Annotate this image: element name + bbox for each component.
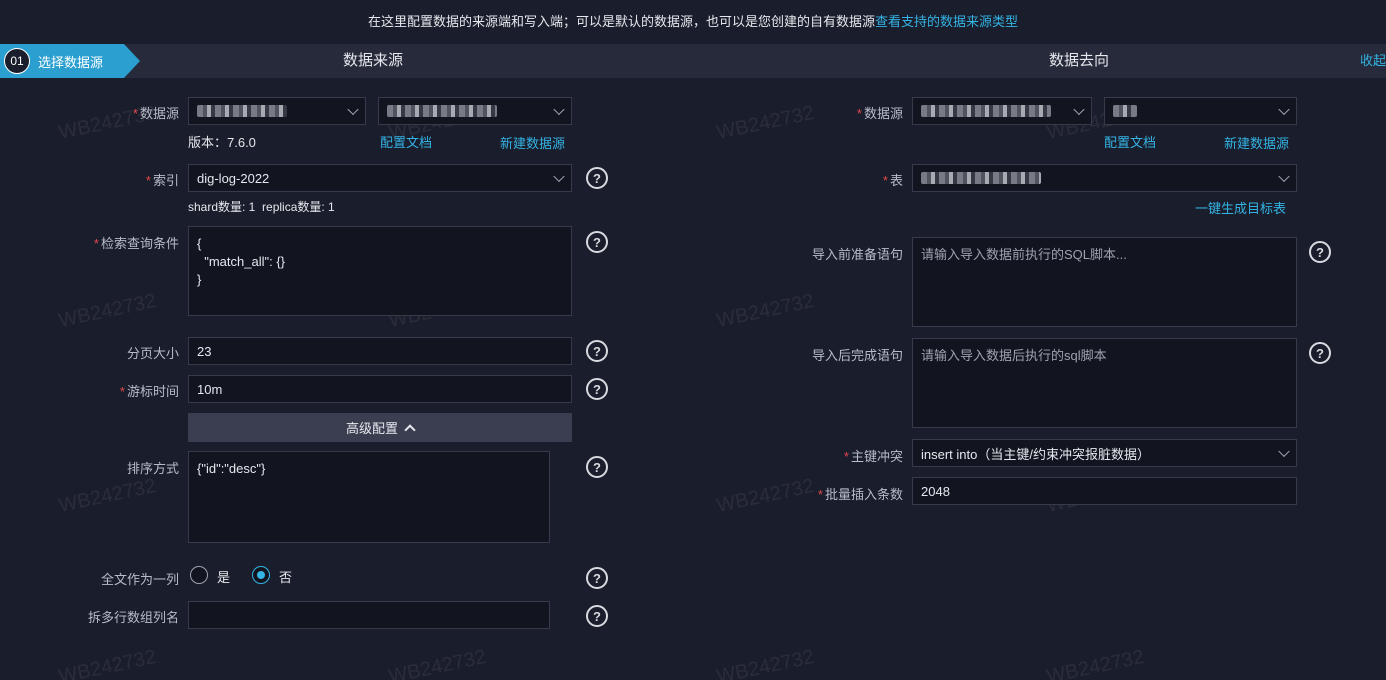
sort-textarea[interactable]: {"id":"desc"} — [188, 451, 550, 543]
generate-target-table-link[interactable]: 一键生成目标表 — [1195, 198, 1286, 217]
advanced-config-toggle[interactable]: 高级配置 — [188, 413, 572, 442]
watermark: WB242732 — [1044, 645, 1147, 680]
source-version: 版本：7.6.0 — [188, 135, 256, 150]
index-label: * 索引 — [145, 173, 179, 188]
fulltext-yes-label[interactable]: 是 — [217, 567, 230, 586]
page-size-input[interactable]: 23 — [188, 337, 572, 365]
pk-conflict-value: insert into（当主键/约束冲突报脏数据） — [921, 446, 1150, 462]
split-column-input[interactable] — [188, 601, 550, 629]
steps-bar: 01 选择数据源 数据来源 数据去向 收起 — [0, 44, 1386, 78]
help-icon[interactable]: ? — [1309, 342, 1331, 364]
help-icon[interactable]: ? — [586, 378, 608, 400]
cursor-time-input[interactable]: 10m — [188, 375, 572, 403]
chevron-down-icon — [1278, 445, 1290, 458]
watermark: WB242732 — [56, 645, 159, 680]
target-title: 数据去向 — [1049, 52, 1110, 69]
table-select[interactable] — [912, 164, 1297, 192]
target-config-doc-link[interactable]: 配置文档 — [1104, 132, 1156, 151]
redacted-value — [921, 105, 1051, 117]
index-value: dig-log-2022 — [197, 170, 270, 186]
chevron-down-icon — [553, 170, 565, 183]
notice-bar: 在这里配置数据的来源端和写入端；可以是默认的数据源，也可以是您创建的自有数据源 … — [0, 0, 1386, 40]
help-icon[interactable]: ? — [586, 167, 608, 189]
step-number: 01 — [4, 48, 30, 74]
chevron-up-icon — [404, 423, 416, 436]
watermark: WB242732 — [714, 645, 817, 680]
query-label: * 检索查询条件 — [93, 236, 179, 251]
notice-text: 在这里配置数据的来源端和写入端；可以是默认的数据源，也可以是您创建的自有数据源 — [367, 13, 875, 29]
pre-sql-placeholder: 请输入导入数据前执行的SQL脚本... — [921, 247, 1127, 262]
target-datasource-type-select[interactable] — [912, 97, 1092, 125]
table-label: * 表 — [882, 173, 903, 188]
target-datasource-label: * 数据源 — [856, 106, 903, 121]
watermark: WB242732 — [714, 101, 817, 145]
batch-size-value: 2048 — [921, 483, 950, 499]
chevron-down-icon — [1073, 103, 1085, 116]
help-icon[interactable]: ? — [586, 567, 608, 589]
advanced-config-label: 高级配置 — [345, 421, 398, 436]
pk-conflict-select[interactable]: insert into（当主键/约束冲突报脏数据） — [912, 439, 1297, 467]
fulltext-no-label[interactable]: 否 — [279, 567, 292, 586]
redacted-value — [1113, 105, 1137, 117]
pre-sql-label: 导入前准备语句 — [811, 247, 903, 262]
step-select-datasource[interactable]: 01 选择数据源 — [0, 44, 140, 78]
target-datasource-select[interactable] — [1104, 97, 1297, 125]
sort-label: 排序方式 — [126, 461, 179, 476]
help-icon[interactable]: ? — [586, 456, 608, 478]
watermark: WB242732 — [56, 289, 159, 333]
source-config-doc-link[interactable]: 配置文档 — [380, 132, 432, 151]
redacted-value — [197, 105, 287, 117]
chevron-down-icon — [553, 103, 565, 116]
chevron-down-icon — [1278, 103, 1290, 116]
help-icon[interactable]: ? — [1309, 241, 1331, 263]
pk-conflict-label: * 主键冲突 — [843, 449, 903, 464]
batch-size-label: * 批量插入条数 — [817, 487, 903, 502]
index-select[interactable]: dig-log-2022 — [188, 164, 572, 192]
source-new-datasource-link[interactable]: 新建数据源 — [500, 133, 565, 152]
help-icon[interactable]: ? — [586, 605, 608, 627]
target-new-datasource-link[interactable]: 新建数据源 — [1224, 133, 1289, 152]
watermark: WB242732 — [714, 289, 817, 333]
post-sql-label: 导入后完成语句 — [811, 348, 903, 363]
post-sql-placeholder: 请输入导入数据后执行的sql脚本 — [921, 348, 1107, 363]
post-sql-textarea[interactable]: 请输入导入数据后执行的sql脚本 — [912, 338, 1297, 428]
chevron-down-icon — [347, 103, 359, 116]
collapse-link[interactable]: 收起 — [1360, 44, 1386, 78]
source-datasource-label: * 数据源 — [132, 106, 179, 121]
pre-sql-textarea[interactable]: 请输入导入数据前执行的SQL脚本... — [912, 237, 1297, 327]
fulltext-no-radio[interactable] — [252, 566, 270, 584]
supported-sources-link[interactable]: 查看支持的数据来源类型 — [875, 11, 1018, 30]
chevron-down-icon — [1278, 170, 1290, 183]
source-datasource-type-select[interactable] — [188, 97, 366, 125]
fulltext-label: 全文作为一列 — [100, 572, 179, 587]
watermark: WB242732 — [386, 645, 489, 680]
cursor-time-value: 10m — [197, 381, 223, 397]
shard-info: shard数量: 1 replica数量: 1 — [188, 200, 335, 214]
step-label: 选择数据源 — [38, 54, 104, 70]
help-icon[interactable]: ? — [586, 340, 608, 362]
cursor-time-label: * 游标时间 — [119, 384, 179, 399]
batch-size-input[interactable]: 2048 — [912, 477, 1297, 505]
query-textarea[interactable]: { "match_all": {} } — [188, 226, 572, 316]
help-icon[interactable]: ? — [586, 231, 608, 253]
redacted-value — [387, 105, 497, 117]
page-size-value: 23 — [197, 343, 212, 359]
source-datasource-select[interactable] — [378, 97, 572, 125]
source-title: 数据来源 — [343, 52, 404, 69]
redacted-value — [921, 172, 1041, 184]
watermark: WB242732 — [56, 474, 159, 518]
split-column-label: 拆多行数组列名 — [87, 610, 179, 625]
fulltext-yes-radio[interactable] — [190, 566, 208, 584]
watermark: WB242732 — [714, 474, 817, 518]
page-size-label: 分页大小 — [126, 346, 179, 361]
